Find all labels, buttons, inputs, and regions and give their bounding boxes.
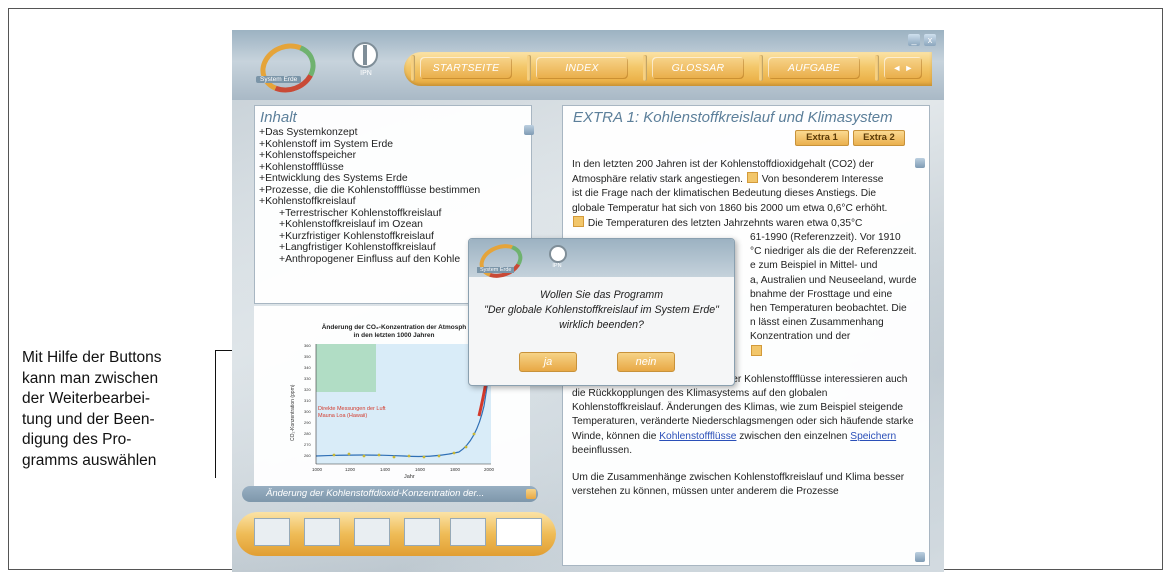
- close-window-button[interactable]: x: [924, 34, 936, 46]
- annotation-bracket: [215, 350, 216, 478]
- nav-startseite[interactable]: STARTSEITE: [411, 55, 512, 81]
- minimize-button[interactable]: _: [908, 34, 920, 46]
- thumbnail-5[interactable]: [450, 518, 486, 546]
- dialog-logo-label: System Erde: [477, 267, 515, 273]
- logo-label: System Erde: [256, 76, 302, 83]
- content-paragraph-3: Um die Zusammenhänge zwischen Kohlenstof…: [572, 472, 905, 498]
- toc-item[interactable]: +Das Systemkonzept: [259, 127, 531, 139]
- ipn-label: IPN: [360, 70, 372, 77]
- toc-item[interactable]: +Kohlenstoff im System Erde: [259, 139, 531, 151]
- no-button[interactable]: nein: [617, 352, 675, 372]
- page-arrows-button[interactable]: ◄ ►: [875, 55, 922, 81]
- chart-yticks: 360 350 340 330 320 310 300 290 280 270 …: [304, 343, 311, 458]
- chart-ytick: 350: [304, 354, 311, 359]
- annotation-line: der Weiterbearbei-: [22, 390, 151, 407]
- text-line: ist die Frage nach der klimatischen Bede…: [572, 188, 877, 200]
- dialog-ipn-icon: [549, 245, 567, 263]
- app-window: System Erde IPN _ x STARTSEITE INDEX GLO…: [232, 30, 944, 572]
- ipn-logo-icon: [352, 42, 378, 68]
- chart-xlabel: Jahr: [404, 474, 415, 480]
- text-span: zwischen den einzelnen: [736, 430, 851, 442]
- nav-index[interactable]: INDEX: [527, 55, 628, 81]
- content-title: EXTRA 1: Kohlenstoffkreislauf und Klimas…: [573, 109, 893, 126]
- toc-item[interactable]: +Entwicklung des Systems Erde: [259, 173, 531, 185]
- content-scroll-up-icon[interactable]: [915, 158, 925, 168]
- text-line: Die Temperaturen des letzten Jahrzehnts …: [587, 217, 863, 229]
- dialog-message-line: "Der globale Kohlenstoffkreislauf im Sys…: [484, 304, 719, 316]
- annotation-line: tung und der Been-: [22, 410, 155, 428]
- chart-caption: Änderung der Kohlenstoffdioxid-Konzentra…: [242, 486, 538, 502]
- annotation-line: gramms auswählen: [22, 451, 157, 469]
- chart-ytick: 360: [304, 343, 311, 348]
- toc-item[interactable]: +Prozesse, die die Kohlenstoffflüsse bes…: [259, 185, 531, 197]
- chart-xtick: 1600: [415, 467, 426, 472]
- dialog-message-line: Wollen Sie das Programm: [539, 289, 664, 301]
- chart-xticks: 1000 1200 1400 1600 1800 2000: [312, 467, 495, 472]
- toc-title: Inhalt: [260, 109, 297, 126]
- toc-item[interactable]: +Kohlenstoffflüsse: [259, 162, 531, 174]
- nav-glossar[interactable]: GLOSSAR: [643, 55, 744, 81]
- chart-xtick: 1400: [380, 467, 391, 472]
- chart-ytick: 320: [304, 387, 311, 392]
- content-scroll-down-icon[interactable]: [915, 552, 925, 562]
- chart-ytick: 270: [304, 442, 311, 447]
- link-kohlenstofffluesse[interactable]: Kohlenstoffflüsse: [659, 431, 736, 442]
- thumbnail-1[interactable]: [254, 518, 290, 546]
- text-span: beeinflussen.: [572, 444, 633, 456]
- annotation-line: kann man zwischen: [22, 369, 159, 387]
- annotation-text: Mit Hilfe der Buttons kann man zwischen …: [22, 348, 208, 471]
- yes-button[interactable]: ja: [519, 352, 577, 372]
- annotation-line: Mit Hilfe der Buttons: [22, 349, 162, 366]
- thumbnail-2[interactable]: [304, 518, 340, 546]
- caption-toggle-icon[interactable]: [526, 489, 536, 499]
- thumbnail-3[interactable]: [354, 518, 390, 546]
- chart-ytick: 300: [304, 409, 311, 414]
- chart-ytick: 340: [304, 365, 311, 370]
- text-line: Atmosphäre relativ stark angestiegen.: [572, 174, 744, 186]
- chart-legend-red: Mauna Loa (Hawaii): [318, 413, 367, 419]
- link-speichern[interactable]: Speichern: [850, 431, 896, 442]
- toc-subitem[interactable]: +Terrestrischer Kohlenstoffkreislauf: [259, 208, 531, 220]
- chart-legend-red: Direkte Messungen der Luft: [318, 406, 386, 412]
- annotation-line: digung des Pro-: [22, 431, 132, 448]
- text-line: In den letzten 200 Jahren ist der Kohlen…: [572, 159, 874, 170]
- chart-ylabel: CO₂-Konzentration (ppm): [290, 384, 296, 441]
- media-icon[interactable]: [746, 172, 758, 184]
- nav-aufgabe[interactable]: AUFGABE: [759, 55, 860, 81]
- text-line: Von besonderem Interesse: [761, 174, 884, 186]
- dialog-message: Wollen Sie das Programm "Der globale Koh…: [469, 288, 734, 333]
- chart-xtick: 2000: [484, 467, 495, 472]
- chart-xtick: 1000: [312, 467, 323, 472]
- chart-ytick: 260: [304, 453, 311, 458]
- toc-item[interactable]: +Kohlenstoffspeicher: [259, 150, 531, 162]
- thumbnail-4[interactable]: [404, 518, 440, 546]
- text-line: globale Temperatur hat sich von 1860 bis…: [572, 202, 888, 214]
- dialog-message-line: wirklich beenden?: [559, 319, 644, 331]
- chart-ytick: 310: [304, 398, 311, 403]
- chart-ytick: 330: [304, 376, 311, 381]
- toc-scroll-up-icon[interactable]: [524, 125, 534, 135]
- exit-dialog: System Erde IPN Wollen Sie das Programm …: [468, 238, 735, 386]
- extra-2-button[interactable]: Extra 2: [853, 130, 905, 146]
- chart-ytick: 290: [304, 420, 311, 425]
- media-icon[interactable]: [573, 215, 584, 227]
- chart-ytick: 280: [304, 431, 311, 436]
- chart-xtick: 1800: [450, 467, 461, 472]
- chart-legend-green: [316, 344, 376, 392]
- thumbnail-empty: [496, 518, 542, 546]
- toc-item[interactable]: +Kohlenstoffkreislauf: [259, 196, 531, 208]
- chart-xtick: 1200: [345, 467, 356, 472]
- media-icon[interactable]: [751, 344, 762, 356]
- dialog-ipn-label: IPN: [552, 263, 562, 269]
- toc-subitem[interactable]: +Kohlenstoffkreislauf im Ozean: [259, 219, 531, 231]
- extra-1-button[interactable]: Extra 1: [795, 130, 849, 146]
